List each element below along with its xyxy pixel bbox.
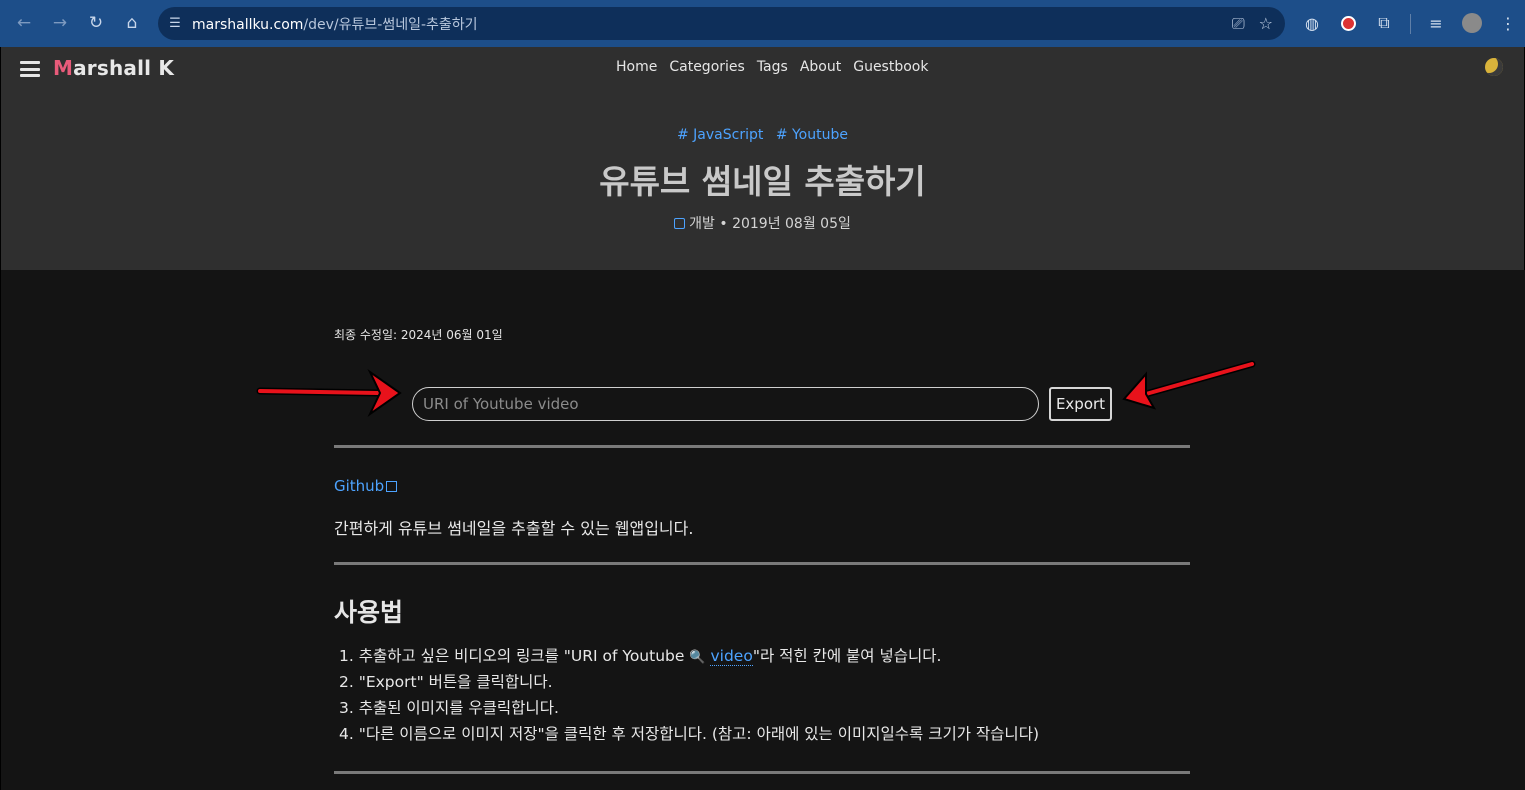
step1-text-end: "라 적힌 칸에 붙여 넣습니다. — [752, 647, 942, 665]
browser-toolbar: ← → ↻ ⌂ ☰ marshallku.com/dev/유튜브-썸네일-추출하… — [0, 0, 1525, 47]
site-info-icon[interactable]: ☰ — [158, 16, 192, 31]
post-category[interactable]: 개발 — [689, 216, 715, 232]
bookmark-star-icon[interactable]: ☆ — [1259, 14, 1273, 33]
reload-icon[interactable]: ↻ — [78, 5, 114, 41]
post-content: 최종 수정일: 2024년 06월 01일 Export Github 간편하게… — [0, 270, 1525, 790]
site-logo[interactable]: Marshall K — [53, 56, 174, 80]
install-app-icon[interactable]: ⎚ — [1232, 14, 1245, 34]
top-navigation: Home Categories Tags About Guestbook — [616, 59, 928, 75]
nav-guestbook[interactable]: Guestbook — [853, 59, 928, 75]
category-icon — [674, 218, 686, 229]
post-date: 2019년 08월 05일 — [732, 216, 851, 232]
logo-text: arshall K — [73, 56, 175, 80]
list-item: 4. "다른 이름으로 이미지 저장"을 클릭한 후 저장합니다. (참고: 아… — [339, 725, 1040, 743]
profile-avatar[interactable] — [1457, 8, 1487, 38]
list-item: 1. 추출하고 싶은 비디오의 링크를 "URI of Youtube 🔍 vi… — [339, 646, 1039, 672]
usage-heading: 사용법 — [334, 598, 404, 627]
forward-icon[interactable]: → — [42, 5, 78, 41]
post-header: Marshall K Home Categories Tags About Gu… — [0, 47, 1525, 270]
github-link[interactable]: Github — [334, 477, 398, 495]
toolbar-divider — [1410, 14, 1411, 34]
page-title: 유튜브 썸네일 추출하기 — [599, 162, 926, 201]
list-item: 3. 추출된 이미지를 우클릭합니다. — [339, 699, 559, 717]
annotation-arrow-right — [256, 369, 402, 417]
browser-menu-icon[interactable]: ⋮ — [1493, 8, 1523, 38]
post-tags: # JavaScript # Youtube — [1, 127, 1524, 143]
url-host: marshallku.com — [192, 16, 304, 33]
usage-steps: 1. 추출하고 싶은 비디오의 링크를 "URI of Youtube 🔍 vi… — [339, 646, 1039, 750]
globe-icon[interactable]: ◍ — [1297, 8, 1327, 38]
nav-about[interactable]: About — [800, 59, 841, 75]
url-path: /dev/유튜브-썸네일-추출하기 — [303, 16, 478, 33]
nav-home[interactable]: Home — [616, 59, 657, 75]
step1-text: 1. 추출하고 싶은 비디오의 링크를 "URI of Youtube — [339, 647, 690, 665]
video-keyword-link[interactable]: video — [710, 647, 753, 666]
last-modified: 최종 수정일: 2024년 06월 01일 — [334, 328, 503, 342]
meta-separator: • — [719, 216, 728, 232]
annotation-arrow-left — [1122, 360, 1256, 410]
theme-toggle-icon[interactable] — [1485, 58, 1503, 76]
export-button[interactable]: Export — [1049, 387, 1112, 421]
address-bar[interactable]: ☰ marshallku.com/dev/유튜브-썸네일-추출하기 ⎚ ☆ — [158, 7, 1285, 40]
media-control-icon[interactable]: ≡ — [1421, 8, 1451, 38]
home-icon[interactable]: ⌂ — [114, 5, 150, 41]
extensions-puzzle-icon[interactable]: ⧉ — [1369, 8, 1399, 38]
tag-youtube[interactable]: # Youtube — [776, 127, 848, 143]
external-link-icon — [386, 481, 398, 492]
search-icon: 🔍 — [689, 650, 706, 665]
tag-javascript[interactable]: # JavaScript — [677, 127, 763, 143]
logo-initial: M — [53, 56, 74, 80]
nav-tags[interactable]: Tags — [757, 59, 788, 75]
divider — [334, 445, 1190, 448]
url-text[interactable]: marshallku.com/dev/유튜브-썸네일-추출하기 — [192, 14, 478, 34]
divider — [334, 771, 1190, 774]
list-item: 2. "Export" 버튼을 클릭합니다. — [339, 673, 553, 691]
nav-categories[interactable]: Categories — [669, 59, 744, 75]
divider — [334, 562, 1190, 565]
adblock-extension-icon[interactable] — [1333, 8, 1363, 38]
youtube-uri-input[interactable] — [412, 387, 1039, 421]
hamburger-menu-icon[interactable] — [20, 61, 40, 77]
app-description: 간편하게 유튜브 썸네일을 추출할 수 있는 웹앱입니다. — [334, 519, 694, 538]
back-icon[interactable]: ← — [6, 5, 42, 41]
post-meta: 개발 • 2019년 08월 05일 — [1, 213, 1524, 233]
github-link-label: Github — [334, 477, 385, 495]
